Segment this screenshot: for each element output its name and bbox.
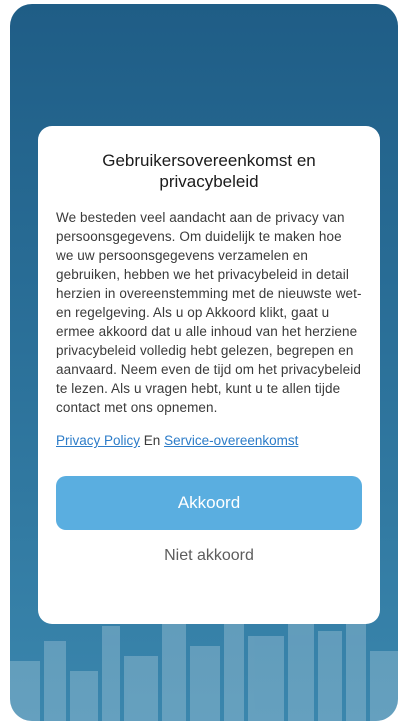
- policy-links: Privacy Policy En Service-overeenkomst: [56, 431, 362, 450]
- privacy-dialog: Gebruikersovereenkomst en privacybeleid …: [38, 126, 380, 624]
- privacy-policy-link[interactable]: Privacy Policy: [56, 433, 140, 448]
- service-agreement-link[interactable]: Service-overeenkomst: [164, 433, 298, 448]
- app-screen: Gebruikersovereenkomst en privacybeleid …: [10, 4, 398, 721]
- links-conjunction: En: [143, 433, 165, 448]
- disagree-button[interactable]: Niet akkoord: [158, 546, 260, 566]
- dialog-title: Gebruikersovereenkomst en privacybeleid: [102, 151, 316, 191]
- agree-button[interactable]: Akkoord: [56, 476, 362, 530]
- dialog-body-text: We besteden veel aandacht aan de privacy…: [56, 210, 362, 415]
